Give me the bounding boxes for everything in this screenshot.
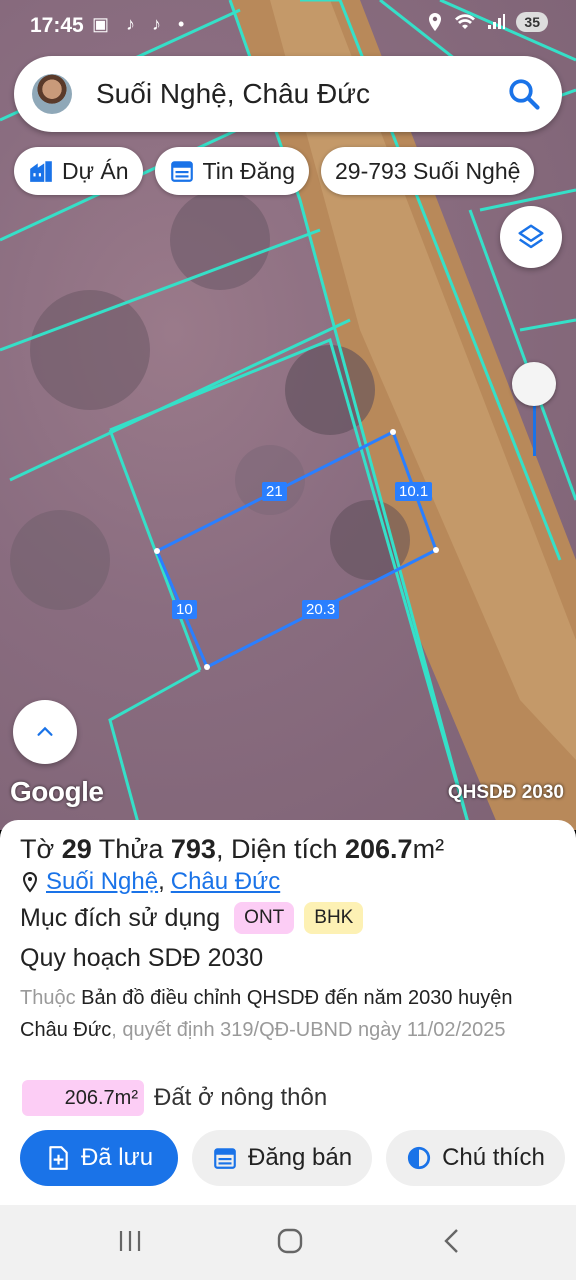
expand-up-button[interactable]	[13, 700, 77, 764]
plan-prefix: Thuộc	[20, 987, 82, 1009]
purpose-badge-bhk: BHK	[304, 902, 364, 934]
layers-button[interactable]	[500, 206, 562, 268]
layers-icon	[518, 224, 544, 249]
area-value: 206.7	[345, 834, 413, 864]
notification-icons: ▣ ♪ ♪ •	[92, 14, 191, 34]
contrast-icon	[407, 1146, 431, 1170]
location-icon	[429, 13, 442, 31]
status-right: 35	[426, 12, 548, 32]
edge-length-label: 10.1	[395, 482, 433, 501]
area-prefix: , Diện tích	[215, 834, 345, 864]
chip-projects[interactable]: Dự Án	[14, 147, 143, 195]
commune-link[interactable]: Suối Nghệ	[46, 868, 158, 896]
calendar-icon	[214, 1148, 236, 1169]
plot-number: 793	[170, 834, 216, 864]
purpose-badge-ont: ONT	[234, 902, 295, 934]
saved-button[interactable]: Đã lưu	[20, 1130, 178, 1186]
district-link[interactable]: Châu Đức	[171, 868, 280, 896]
status-bar: 17:45 ▣ ♪ ♪ • 35	[0, 0, 576, 52]
opacity-slider-track[interactable]	[533, 400, 536, 456]
chevron-up-icon	[37, 726, 53, 736]
chip-label: Dự Án	[62, 157, 129, 184]
edge-length-label: 20.3	[302, 600, 340, 619]
zone-row: 206.7m² Đất ở nông thôn	[22, 1080, 327, 1116]
post-sale-button[interactable]: Đăng bán	[192, 1130, 373, 1186]
edge-length-label: 10	[172, 600, 197, 619]
zone-label: Đất ở nông thôn	[154, 1084, 328, 1111]
search-input[interactable]: Suối Nghệ, Châu Đức	[96, 78, 370, 110]
map-layer-label: QHSDĐ 2030	[447, 782, 564, 803]
opacity-slider-handle[interactable]	[512, 362, 556, 406]
filter-chips: Dự Án Tin Đăng 29-793 Suối Nghệ	[14, 147, 535, 195]
post-sale-label: Đăng bán	[248, 1144, 353, 1171]
edge-length-label: 21	[262, 482, 287, 501]
recent-apps-icon[interactable]	[116, 1227, 144, 1255]
search-icon[interactable]	[506, 76, 542, 112]
plot-prefix: Thửa	[91, 834, 171, 864]
calendar-icon	[170, 161, 193, 182]
area-unit: m²	[412, 834, 445, 864]
parcel-title: Tờ 29 Thửa 793, Diện tích 206.7m²	[20, 834, 444, 865]
avatar[interactable]	[32, 74, 72, 114]
status-time: 17:45	[30, 14, 84, 37]
saved-label: Đã lưu	[80, 1144, 154, 1171]
map-view[interactable]: 21 10.1 10 20.3 17:45 ▣ ♪ ♪ • 35 Suối Ng…	[0, 0, 576, 830]
system-nav-bar	[0, 1205, 576, 1280]
google-logo: Google	[10, 776, 104, 807]
building-icon	[30, 161, 52, 182]
add-note-icon	[49, 1146, 68, 1170]
parcel-info-sheet: Tờ 29 Thửa 793, Diện tích 206.7m² Suối N…	[0, 820, 576, 1205]
location-line: Suối Nghệ, Châu Đức	[20, 868, 280, 896]
land-use-purpose: Mục đích sử dụng ONT BHK	[20, 902, 364, 934]
battery-indicator: 35	[516, 12, 548, 32]
back-icon[interactable]	[440, 1227, 464, 1255]
zone-area-badge: 206.7m²	[22, 1080, 144, 1116]
plan-title: Quy hoạch SDĐ 2030	[20, 944, 264, 972]
wifi-icon	[455, 14, 476, 29]
sheet-prefix: Tờ	[20, 834, 62, 864]
legend-button[interactable]: Chú thích	[386, 1130, 565, 1186]
plan-description: Thuộc Bản đồ điều chỉnh QHSDĐ đến năm 20…	[20, 982, 560, 1046]
purpose-label: Mục đích sử dụng	[20, 903, 221, 932]
chip-label: Tin Đăng	[202, 157, 296, 184]
chip-label: 29-793 Suối Nghệ	[335, 157, 521, 184]
action-buttons: Đã lưu Đăng bán Chú thích	[20, 1130, 565, 1186]
search-bar[interactable]: Suối Nghệ, Châu Đức	[14, 56, 562, 132]
chip-parcel[interactable]: 29-793 Suối Nghệ	[321, 147, 535, 195]
plan-decision: , quyết định 319/QĐ-UBND ngày 11/02/2025	[111, 1019, 506, 1041]
home-icon[interactable]	[276, 1227, 304, 1255]
sheet-number: 29	[61, 834, 92, 864]
chip-listings[interactable]: Tin Đăng	[154, 147, 310, 195]
signal-icon	[488, 14, 506, 29]
pin-icon	[22, 871, 38, 893]
legend-label: Chú thích	[442, 1144, 545, 1171]
